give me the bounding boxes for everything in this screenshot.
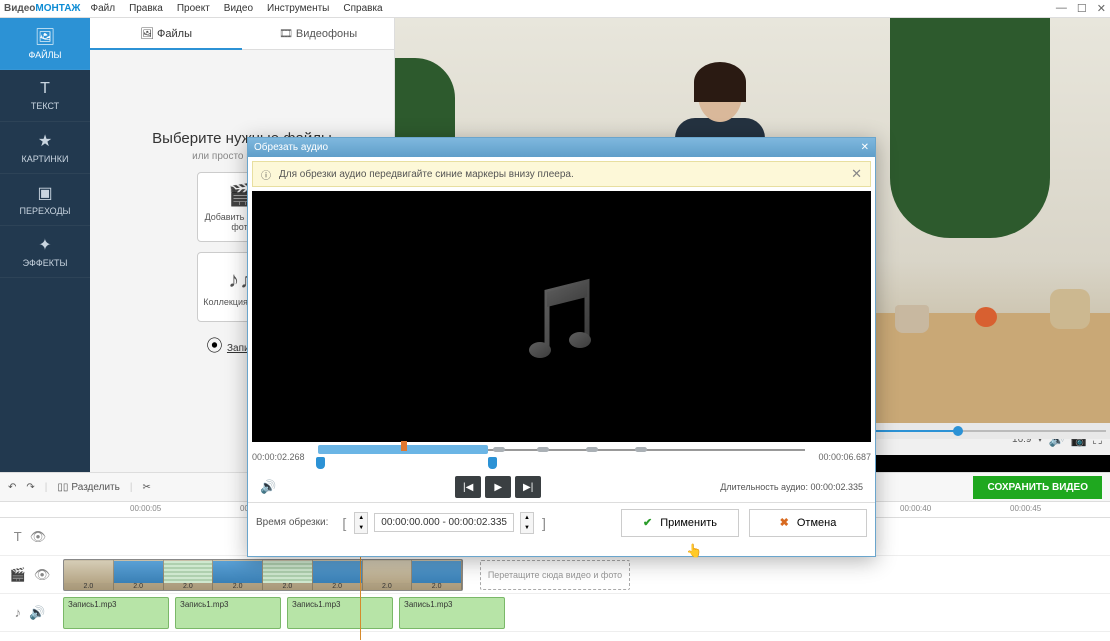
cancel-button[interactable]: ✖ Отмена bbox=[749, 509, 867, 537]
window-controls: — ☐ ✕ bbox=[1056, 2, 1106, 15]
trim-label: Время обрезки: bbox=[256, 517, 328, 528]
player-controls: 🔊 |◀ ▶ ▶| Длительность аудио: 00:00:02.3… bbox=[252, 472, 871, 502]
audio-preview bbox=[252, 191, 871, 442]
time-right: 00:00:06.687 bbox=[811, 452, 871, 462]
button-label: Применить bbox=[660, 517, 717, 529]
audio-clip[interactable]: Запись1.mp3 bbox=[63, 597, 169, 629]
play-button[interactable]: ▶ bbox=[485, 476, 511, 498]
end-spinner[interactable]: ▲▼ bbox=[520, 512, 534, 534]
close-icon[interactable]: ✕ bbox=[861, 142, 869, 153]
prev-button[interactable]: |◀ bbox=[455, 476, 481, 498]
x-icon: ✖ bbox=[780, 516, 789, 529]
save-video-button[interactable]: СОХРАНИТЬ ВИДЕО bbox=[973, 476, 1102, 499]
sidebar-item-label: ПЕРЕХОДЫ bbox=[19, 206, 70, 216]
bracket-left-icon: [ bbox=[340, 515, 348, 531]
sidebar-item-label: КАРТИНКИ bbox=[21, 154, 68, 164]
ruler-tick: 00:00:45 bbox=[1010, 504, 1041, 513]
sidebar-item-transitions[interactable]: ▣ ПЕРЕХОДЫ bbox=[0, 174, 90, 226]
image-icon: 🖼 bbox=[35, 27, 55, 47]
menu-file[interactable]: Файл bbox=[90, 3, 115, 14]
eye-icon[interactable]: 👁 bbox=[30, 529, 47, 545]
trim-seekbar: 00:00:02.268 00:00:06.687 bbox=[252, 442, 871, 472]
menu-tools[interactable]: Инструменты bbox=[267, 3, 329, 14]
close-icon[interactable]: ✕ bbox=[851, 166, 862, 182]
dialog-title: Обрезать аудио bbox=[254, 142, 328, 153]
sidebar-item-effects[interactable]: ✦ ЭФФЕКТЫ bbox=[0, 226, 90, 278]
apply-button[interactable]: ✔ Применить bbox=[621, 509, 739, 537]
audio-clip[interactable]: Запись1.mp3 bbox=[399, 597, 505, 629]
app-logo: ВидеоМОНТАЖ bbox=[4, 3, 80, 14]
text-track-icon[interactable]: T bbox=[14, 529, 22, 544]
tab-label: Файлы bbox=[157, 28, 192, 40]
ruler-tick: 00:00:05 bbox=[130, 504, 161, 513]
wand-icon: ✦ bbox=[38, 235, 51, 255]
button-label: Разделить bbox=[71, 482, 119, 493]
trim-end-handle[interactable] bbox=[488, 457, 497, 469]
sidebar-item-pictures[interactable]: ★ КАРТИНКИ bbox=[0, 122, 90, 174]
music-track-icon[interactable]: ♪ bbox=[15, 605, 22, 620]
sidebar-item-text[interactable]: T ТЕКСТ bbox=[0, 70, 90, 122]
menu-bar: ВидеоМОНТАЖ Файл Правка Проект Видео Инс… bbox=[0, 0, 1110, 18]
menu-project[interactable]: Проект bbox=[177, 3, 210, 14]
seekbar[interactable] bbox=[318, 443, 805, 471]
dialog-titlebar[interactable]: Обрезать аудио ✕ bbox=[248, 138, 875, 157]
ruler-tick: 00:00:40 bbox=[900, 504, 931, 513]
transition-icon: ▣ bbox=[37, 183, 52, 203]
text-icon: T bbox=[40, 80, 50, 98]
tab-files[interactable]: 🖼 Файлы bbox=[90, 18, 242, 50]
audio-clip[interactable]: Запись1.mp3 bbox=[175, 597, 281, 629]
tab-label: Видеофоны bbox=[296, 28, 357, 40]
start-spinner[interactable]: ▲▼ bbox=[354, 512, 368, 534]
info-text: Для обрезки аудио передвигайте синие мар… bbox=[279, 169, 574, 180]
trim-start-handle[interactable] bbox=[316, 457, 325, 469]
maximize-icon[interactable]: ☐ bbox=[1077, 2, 1087, 15]
close-icon[interactable]: ✕ bbox=[1097, 2, 1106, 15]
video-clip[interactable]: 2.0 2.0 2.0 2.0 2.0 2.0 2.0 2.0 bbox=[63, 559, 463, 591]
music-note-icon bbox=[522, 272, 602, 362]
audio-clip[interactable]: Запись1.mp3 bbox=[287, 597, 393, 629]
undo-button[interactable]: ↶ bbox=[8, 482, 16, 493]
sidebar-item-files[interactable]: 🖼 ФАЙЛЫ bbox=[0, 18, 90, 70]
duration-label: Длительность аудио: 00:00:02.335 bbox=[720, 482, 863, 492]
timeline-row-audio: ♪ 🔊 Запись1.mp3 Запись1.mp3 Запись1.mp3 З… bbox=[0, 594, 1110, 632]
star-icon: ★ bbox=[38, 131, 52, 151]
dialog-footer: Время обрезки: [ ▲▼ 00:00:00.000 - 00:00… bbox=[248, 502, 875, 542]
eye-icon[interactable]: 👁 bbox=[34, 567, 51, 583]
info-icon: ⓘ bbox=[261, 167, 271, 182]
button-label: Отмена bbox=[797, 517, 836, 529]
cut-button[interactable]: ✂ bbox=[142, 482, 150, 493]
volume-icon[interactable]: 🔊 bbox=[260, 479, 276, 495]
sidebar-item-label: ТЕКСТ bbox=[31, 101, 59, 111]
trim-audio-dialog: Обрезать аудио ✕ ⓘ Для обрезки аудио пер… bbox=[247, 137, 876, 557]
sidebar-item-label: ФАЙЛЫ bbox=[29, 50, 62, 60]
play-cursor[interactable] bbox=[401, 441, 407, 451]
minimize-icon[interactable]: — bbox=[1056, 2, 1067, 15]
split-button[interactable]: ▯▯ Разделить bbox=[57, 482, 119, 493]
bracket-right-icon: ] bbox=[540, 515, 548, 531]
menu-edit[interactable]: Правка bbox=[129, 3, 163, 14]
video-track-icon[interactable]: 🎬 bbox=[10, 567, 26, 583]
next-button[interactable]: ▶| bbox=[515, 476, 541, 498]
sidebar: 🖼 ФАЙЛЫ T ТЕКСТ ★ КАРТИНКИ ▣ ПЕРЕХОДЫ ✦ ЭФФЕК… bbox=[0, 18, 90, 472]
time-left: 00:00:02.268 bbox=[252, 452, 312, 462]
menu-help[interactable]: Справка bbox=[343, 3, 382, 14]
menu-video[interactable]: Видео bbox=[224, 3, 253, 14]
timeline-row-video: 🎬 👁 2.0 2.0 2.0 2.0 2.0 2.0 2.0 2.0 Перет… bbox=[0, 556, 1110, 594]
redo-button[interactable]: ↷ bbox=[26, 482, 34, 493]
speaker-icon[interactable]: 🔊 bbox=[29, 605, 45, 621]
drop-placeholder[interactable]: Перетащите сюда видео и фото bbox=[480, 560, 630, 590]
trim-range: 00:00:00.000 - 00:00:02.335 bbox=[374, 513, 514, 532]
check-icon: ✔ bbox=[643, 516, 652, 529]
sidebar-item-label: ЭФФЕКТЫ bbox=[23, 258, 68, 268]
tab-videobg[interactable]: 🎞 Видеофоны bbox=[242, 18, 394, 50]
mid-tabs: 🖼 Файлы 🎞 Видеофоны bbox=[90, 18, 394, 50]
info-banner: ⓘ Для обрезки аудио передвигайте синие м… bbox=[252, 161, 871, 187]
